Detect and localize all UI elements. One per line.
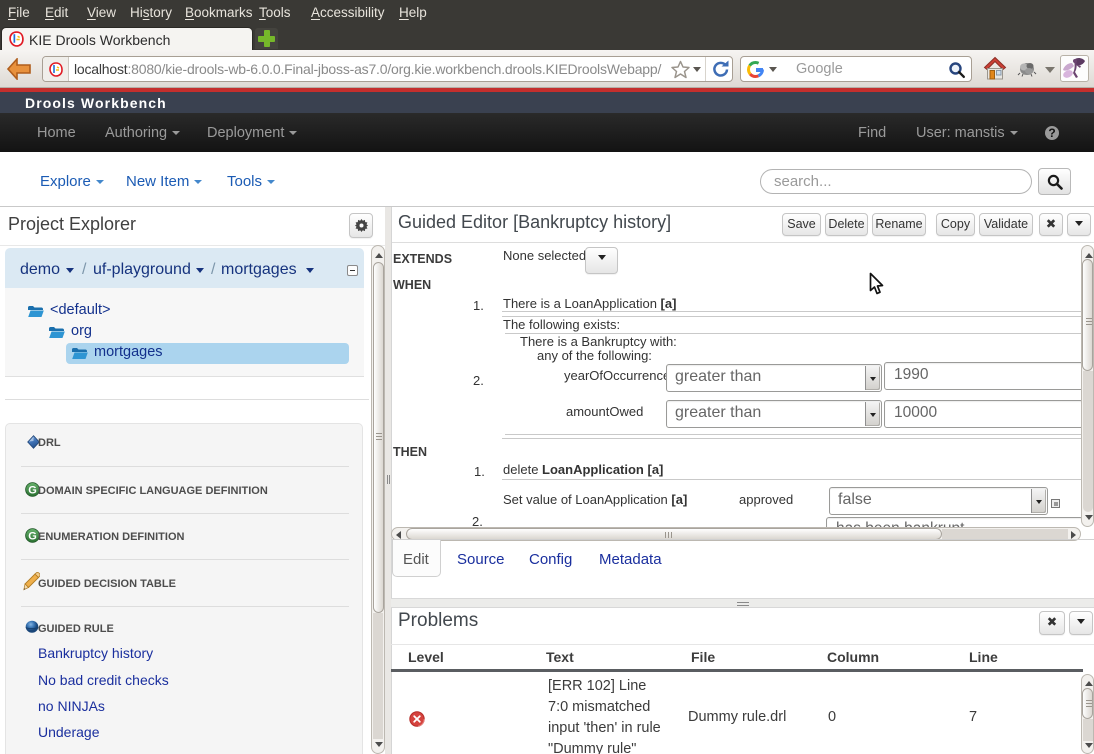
svg-text:G: G xyxy=(28,530,37,542)
svg-text:G: G xyxy=(28,484,37,496)
